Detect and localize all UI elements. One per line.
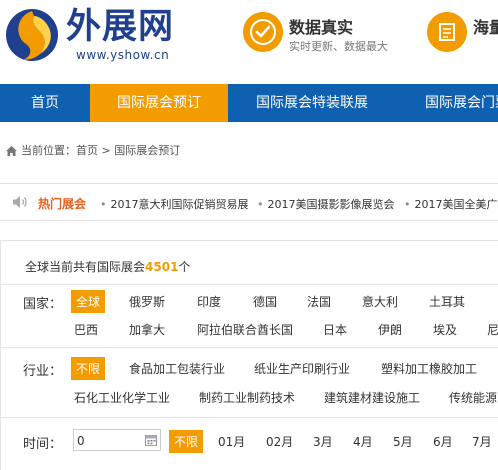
industry-option[interactable]: 制药工业制药技术	[199, 389, 295, 406]
month-option[interactable]: 01月	[218, 433, 245, 450]
month-option[interactable]: 3月	[313, 433, 333, 450]
industry-option[interactable]: 传统能源	[449, 389, 497, 406]
time-label: 时间：	[23, 437, 63, 452]
breadcrumb-home[interactable]: 首页	[76, 144, 98, 157]
country-option[interactable]: 法国	[307, 293, 331, 310]
home-icon	[6, 146, 17, 156]
country-option[interactable]: 日本	[323, 321, 347, 338]
nav-expo-tickets[interactable]: 国际展会门票	[412, 84, 498, 122]
site-header: 外展网 www.yshow.cn 数据真实 实时更新、数据最大 海量	[0, 0, 498, 84]
feature-sub: 实时更新、数据最大	[289, 40, 388, 53]
month-option[interactable]: 5月	[393, 433, 413, 450]
country-option[interactable]: 伊朗	[378, 321, 402, 338]
nav-expo-booking[interactable]: 国际展会预订	[90, 84, 228, 122]
month-option[interactable]: 02月	[266, 433, 293, 450]
hot-expo-link[interactable]: 2017美国摄影影像展览会	[257, 196, 395, 212]
filter-panel: 全球当前共有国际展会4501个 国家： 全球 俄罗斯 印度 德国 法国 意大利 …	[0, 240, 498, 470]
breadcrumb: 当前位置：首页 > 国际展会预订	[6, 142, 180, 158]
breadcrumb-current: 国际展会预订	[114, 144, 181, 157]
hot-expos-label: 热门展会	[38, 197, 87, 211]
industry-option[interactable]: 塑料加工橡胶加工	[381, 360, 477, 377]
month-option[interactable]: 4月	[353, 433, 373, 450]
main-nav: 首页 国际展会预订 国际展会特装联展 国际展会门票	[0, 84, 498, 122]
country-option[interactable]: 埃及	[433, 321, 457, 338]
industry-option[interactable]: 纸业生产印刷行业	[254, 360, 350, 377]
breadcrumb-sep: >	[101, 144, 111, 157]
month-option[interactable]: 6月	[433, 433, 453, 450]
country-option[interactable]: 尼	[487, 321, 498, 338]
feature-title: 海量	[473, 18, 498, 37]
country-option[interactable]: 阿拉伯联合酋长国	[197, 321, 293, 338]
date-input[interactable]	[74, 431, 138, 451]
expo-total-count: 4501	[145, 260, 179, 274]
divider	[1, 417, 498, 418]
month-option[interactable]: 7月	[472, 433, 492, 450]
country-option[interactable]: 巴西	[74, 321, 98, 338]
country-option[interactable]: 意大利	[362, 293, 398, 310]
nav-home[interactable]: 首页	[0, 84, 90, 122]
expo-total: 全球当前共有国际展会4501个	[25, 258, 190, 275]
country-option[interactable]: 土耳其	[429, 293, 465, 310]
divider	[1, 347, 498, 348]
country-option[interactable]: 印度	[197, 293, 221, 310]
divider	[1, 284, 498, 285]
expo-total-suffix: 个	[178, 260, 191, 274]
logo-url: www.yshow.cn	[76, 48, 170, 62]
industry-label: 行业：	[23, 364, 63, 379]
logo-name[interactable]: 外展网	[66, 6, 174, 48]
industry-option[interactable]: 石化工业化学工业	[74, 389, 170, 406]
country-option[interactable]: 加拿大	[129, 321, 165, 338]
date-field[interactable]	[73, 429, 161, 451]
hot-expo-link[interactable]: 2017美国全美广播	[404, 196, 498, 212]
calendar-icon[interactable]	[145, 434, 157, 446]
country-label: 国家：	[23, 297, 63, 312]
industry-option[interactable]: 建筑建材建设施工	[324, 389, 420, 406]
country-option[interactable]: 俄罗斯	[129, 293, 165, 310]
list-badge-icon	[427, 12, 467, 52]
logo-icon[interactable]	[4, 6, 60, 62]
industry-option[interactable]: 食品加工包装行业	[129, 360, 225, 377]
country-option[interactable]: 全球	[71, 290, 106, 313]
breadcrumb-prefix: 当前位置：	[21, 144, 76, 157]
country-option[interactable]: 德国	[253, 293, 277, 310]
month-option[interactable]: 不限	[169, 430, 204, 453]
speaker-icon	[13, 196, 27, 208]
hot-expo-link[interactable]: 2017意大利国际促销贸易展	[100, 196, 249, 212]
industry-option[interactable]: 不限	[71, 357, 106, 380]
feature-title: 数据真实	[289, 18, 354, 37]
expo-total-prefix: 全球当前共有国际展会	[25, 260, 146, 274]
nav-expo-special-booth[interactable]: 国际展会特装联展	[228, 84, 396, 122]
check-badge-icon	[243, 12, 283, 52]
hot-expos-bar: 热门展会 2017意大利国际促销贸易展 2017美国摄影影像展览会 2017美国…	[0, 183, 498, 221]
